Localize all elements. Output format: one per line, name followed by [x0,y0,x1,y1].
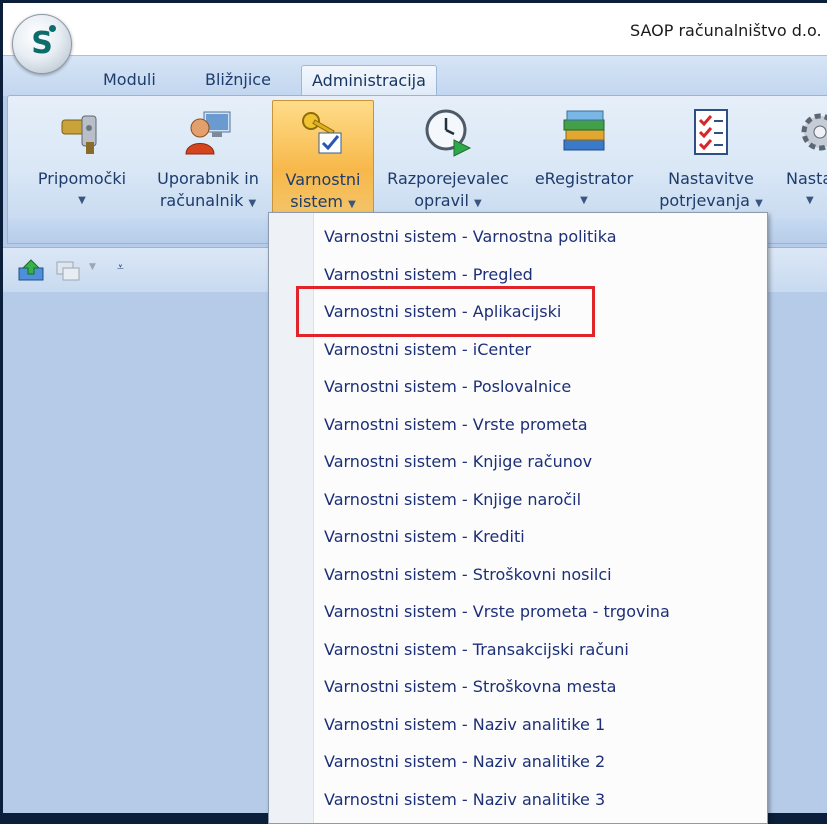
pripomocki-button[interactable]: Pripomočki ▼ [22,100,142,216]
potrjevanja-label: potrjevanja [659,191,750,210]
menu-item-naziv-analitike-2[interactable]: Varnostni sistem - Naziv analitike 2 [269,746,767,784]
menu-item-naziv-analitike-3[interactable]: Varnostni sistem - Naziv analitike 3 [269,784,767,822]
upload-icon[interactable] [17,258,45,282]
dropdown-arrow-icon: ▼ [348,199,356,210]
checklist-icon [694,109,728,155]
customize-toolbar-icon[interactable]: ⩡ [117,260,124,275]
menu-item-knjige-racunov[interactable]: Varnostni sistem - Knjige računov [269,446,767,484]
menu-item-stroskovni-nosilci[interactable]: Varnostni sistem - Stroškovni nosilci [269,559,767,597]
dropdown-arrow-icon: ▼ [755,198,763,209]
highlight-box [296,286,595,337]
security-keys-icon [302,112,342,154]
gear-icon [801,113,827,151]
dropdown-arrow-icon: ▼ [580,195,588,206]
windows-icon[interactable] [55,260,81,282]
tab-administracija[interactable]: Administracija [301,65,437,96]
menu-item-knjige-narocil[interactable]: Varnostni sistem - Knjige naročil [269,484,767,522]
tab-bliznjice[interactable]: Bližnjice [195,65,281,95]
menu-item-vrste-prometa-trgovina[interactable]: Varnostni sistem - Vrste prometa - trgov… [269,596,767,634]
menu-item-varnostna-politika[interactable]: Varnostni sistem - Varnostna politika [269,221,767,259]
dropdown-arrow-icon: ▼ [474,198,482,209]
uporabnik-racunalnik-button[interactable]: Uporabnik in računalnik ▼ [148,100,268,216]
pripomocki-label: Pripomočki [37,169,127,188]
nastavitve-potrjevanja-button[interactable]: Nastavitve potrjevanja ▼ [650,100,772,216]
menu-item-krediti[interactable]: Varnostni sistem - Krediti [269,521,767,559]
uporabnik-label: Uporabnik in [157,169,259,188]
tools-icon [61,115,97,154]
dropdown-arrow-icon: ▼ [78,195,86,206]
books-icon [563,110,605,151]
menu-item-icenter[interactable]: Varnostni sistem - iCenter [269,334,767,372]
clock-play-icon [425,109,472,157]
racunalnik-label: računalnik [159,191,244,210]
dropdown-arrow-icon: ▼ [806,195,814,206]
menu-item-stroskovna-mesta[interactable]: Varnostni sistem - Stroškovna mesta [269,671,767,709]
logo-dot [49,25,56,32]
tab-moduli[interactable]: Moduli [93,65,166,95]
nastavitve-label: Nastavitve [668,169,754,188]
varnostni-sistem-button[interactable]: Varnostni sistem ▼ [272,100,374,218]
nasta-label: Nasta [786,169,827,188]
razporejevalec-label: Razporejevalec [387,169,509,188]
menu-item-transakcijski-racuni[interactable]: Varnostni sistem - Transakcijski računi [269,634,767,672]
ribbon-tabs: Moduli Bližnjice Administracija [3,55,827,96]
title-bar: SAOP računalništvo d.o. [3,3,827,55]
user-computer-icon [185,111,231,155]
sistem-label: sistem [290,192,344,211]
dropdown-arrow-icon: ▼ [248,198,257,209]
varnostni-label: Varnostni [285,170,361,189]
menu-item-poslovalnice[interactable]: Varnostni sistem - Poslovalnice [269,371,767,409]
eregistrator-label: eRegistrator [534,169,634,188]
windows-dropdown-icon[interactable]: ▼ [89,262,96,272]
ribbon-panel: Pripomočki ▼ Uporabnik in računalnik ▼ V… [7,95,827,221]
menu-item-vrste-prometa[interactable]: Varnostni sistem - Vrste prometa [269,409,767,447]
opravil-label: opravil [414,191,469,210]
nastavitve-cut-button[interactable]: Nasta ▼ [780,100,827,216]
menu-item-naziv-analitike-1[interactable]: Varnostni sistem - Naziv analitike 1 [269,709,767,747]
eregistrator-button[interactable]: eRegistrator ▼ [524,100,644,216]
razporejevalec-opravil-button[interactable]: Razporejevalec opravil ▼ [380,100,516,216]
app-logo-button[interactable]: S [12,14,72,74]
saop-logo-icon: S [31,26,53,61]
window-title: SAOP računalništvo d.o. [630,21,822,40]
